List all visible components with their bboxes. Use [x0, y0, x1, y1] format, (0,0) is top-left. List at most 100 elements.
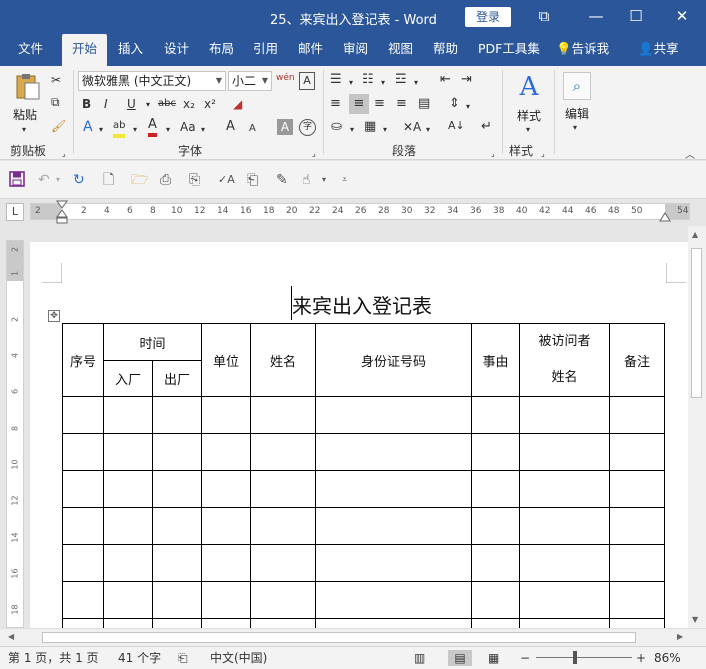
table-cell[interactable] — [519, 470, 611, 508]
chevron-down-icon[interactable]: ▾ — [383, 122, 387, 138]
styles-launcher-icon[interactable]: ⌟ — [541, 146, 545, 162]
tab-layout[interactable]: 布局 — [209, 34, 234, 66]
distributed-icon[interactable]: ▤ — [418, 96, 430, 112]
collapse-ribbon-icon[interactable]: ︿ — [685, 146, 695, 161]
table-cell[interactable] — [201, 433, 252, 471]
proofing-icon[interactable]: ⎗ — [178, 650, 188, 666]
table-cell[interactable] — [471, 544, 521, 582]
sort-icon[interactable]: A↓ — [448, 118, 465, 134]
table-cell[interactable] — [201, 396, 252, 434]
paste-icon[interactable] — [12, 72, 42, 102]
text-effects-icon[interactable]: A — [83, 119, 93, 135]
indent-marker-icon[interactable] — [55, 199, 69, 225]
language-status[interactable]: 中文(中国) — [210, 650, 267, 666]
copy-icon[interactable]: ⧉ — [51, 94, 60, 110]
table-cell[interactable] — [103, 507, 153, 545]
multilevel-list-icon[interactable]: ☲ — [395, 72, 407, 88]
table-cell[interactable] — [62, 507, 104, 545]
save-icon[interactable] — [9, 171, 25, 192]
superscript-icon[interactable]: x² — [204, 96, 216, 112]
tab-mailings[interactable]: 邮件 — [298, 34, 323, 66]
table-cell[interactable] — [609, 470, 666, 508]
close-icon[interactable]: ✕ — [662, 0, 702, 34]
shading-icon[interactable]: ⛀ — [331, 119, 342, 135]
table-cell[interactable] — [250, 544, 317, 582]
format-painter-icon[interactable]: 🖌 — [51, 118, 66, 134]
table-cell[interactable] — [315, 544, 473, 582]
table-cell[interactable] — [250, 470, 317, 508]
line-spacing-icon[interactable]: ⇕ — [449, 96, 460, 112]
table-cell[interactable] — [519, 544, 611, 582]
table-cell[interactable] — [315, 396, 473, 434]
header-name[interactable]: 姓名 — [250, 323, 317, 397]
paste-dropdown-icon[interactable]: ▾ — [22, 122, 26, 138]
chevron-down-icon[interactable]: ▾ — [349, 75, 353, 91]
table-cell[interactable] — [151, 618, 203, 628]
table-cell[interactable] — [250, 396, 317, 434]
table-cell[interactable] — [250, 507, 317, 545]
zoom-in-button[interactable]: + — [636, 650, 646, 666]
table-cell[interactable] — [609, 433, 666, 471]
table-cell[interactable] — [62, 470, 104, 508]
customize-toolbar-icon[interactable]: ⩡ — [342, 171, 347, 189]
page-count[interactable]: 第 1 页，共 1 页 — [8, 650, 99, 666]
header-seq[interactable]: 序号 — [62, 323, 104, 397]
table-cell[interactable] — [609, 544, 666, 582]
vertical-scrollbar[interactable]: ▲ ▼ — [688, 226, 706, 628]
share-button[interactable]: 👤共享 — [638, 34, 679, 66]
table-cell[interactable] — [471, 433, 521, 471]
table-cell[interactable] — [315, 618, 473, 628]
chevron-down-icon[interactable]: ▾ — [426, 122, 430, 138]
clipboard-launcher-icon[interactable]: ⌟ — [62, 146, 66, 162]
table-cell[interactable] — [519, 507, 611, 545]
chevron-down-icon[interactable]: ▾ — [381, 75, 385, 91]
ribbon-display-options-icon[interactable]: ⧉ — [524, 0, 564, 34]
new-document-icon[interactable]: 🗋 — [103, 171, 114, 189]
redo-icon[interactable]: ↻ — [73, 171, 85, 189]
enclose-chars-icon[interactable]: 字 — [299, 119, 316, 136]
scroll-right-icon[interactable]: ▶ — [677, 632, 683, 641]
table-cell[interactable] — [609, 507, 666, 545]
table-cell[interactable] — [519, 581, 611, 619]
undo-icon[interactable]: ↶ — [38, 171, 50, 189]
header-id-number[interactable]: 身份证号码 — [315, 323, 473, 397]
tab-help[interactable]: 帮助 — [433, 34, 458, 66]
underline-icon[interactable]: U — [127, 96, 136, 112]
minimize-icon[interactable]: — — [576, 0, 616, 34]
registration-table[interactable]: 序号 时间 单位 姓名 身份证号码 事由 被访问者 姓名 备注 入厂 出厂 — [62, 323, 666, 628]
table-cell[interactable] — [103, 581, 153, 619]
web-layout-icon[interactable]: ▦ — [488, 650, 499, 666]
table-cell[interactable] — [103, 618, 153, 628]
font-color-icon[interactable]: A — [148, 117, 157, 137]
highlight-icon[interactable]: ab — [113, 118, 126, 138]
zoom-level[interactable]: 86% — [654, 650, 681, 666]
table-cell[interactable] — [250, 433, 317, 471]
header-remark[interactable]: 备注 — [609, 323, 666, 397]
table-cell[interactable] — [201, 581, 252, 619]
vertical-scroll-thumb[interactable] — [691, 248, 702, 398]
chevron-down-icon[interactable]: ▾ — [526, 122, 530, 138]
font-launcher-icon[interactable]: ⌟ — [312, 146, 316, 162]
align-right-icon[interactable]: ≡ — [374, 96, 385, 112]
bullets-icon[interactable]: ☰ — [330, 72, 342, 88]
read-mode-icon[interactable]: ▥ — [414, 650, 425, 666]
horizontal-ruler[interactable]: 2 2 4 6 8 10 12 14 16 18 20 22 24 26 28 … — [30, 203, 690, 220]
char-shading-icon[interactable]: A — [277, 119, 293, 135]
table-cell[interactable] — [519, 618, 611, 628]
scroll-left-icon[interactable]: ◀ — [8, 632, 14, 641]
table-cell[interactable] — [151, 433, 203, 471]
chevron-down-icon[interactable]: ▾ — [133, 122, 137, 138]
tab-file[interactable]: 文件 — [18, 34, 43, 66]
align-center-icon[interactable]: ≡ — [349, 94, 369, 114]
spelling-icon[interactable]: ✓A — [218, 171, 235, 189]
borders-icon[interactable]: ▦ — [364, 119, 376, 135]
table-cell[interactable] — [62, 433, 104, 471]
subscript-icon[interactable]: x₂ — [183, 96, 195, 112]
clear-formatting-icon[interactable]: ◢ — [233, 96, 242, 112]
table-cell[interactable] — [250, 618, 317, 628]
bold-icon[interactable]: B — [82, 96, 91, 112]
word-count[interactable]: 41 个字 — [118, 650, 161, 666]
align-left-icon[interactable]: ≡ — [330, 96, 341, 112]
font-name-dropdown[interactable]: 微软雅黑 (中文正文) ▼ — [78, 71, 226, 91]
table-cell[interactable] — [62, 618, 104, 628]
